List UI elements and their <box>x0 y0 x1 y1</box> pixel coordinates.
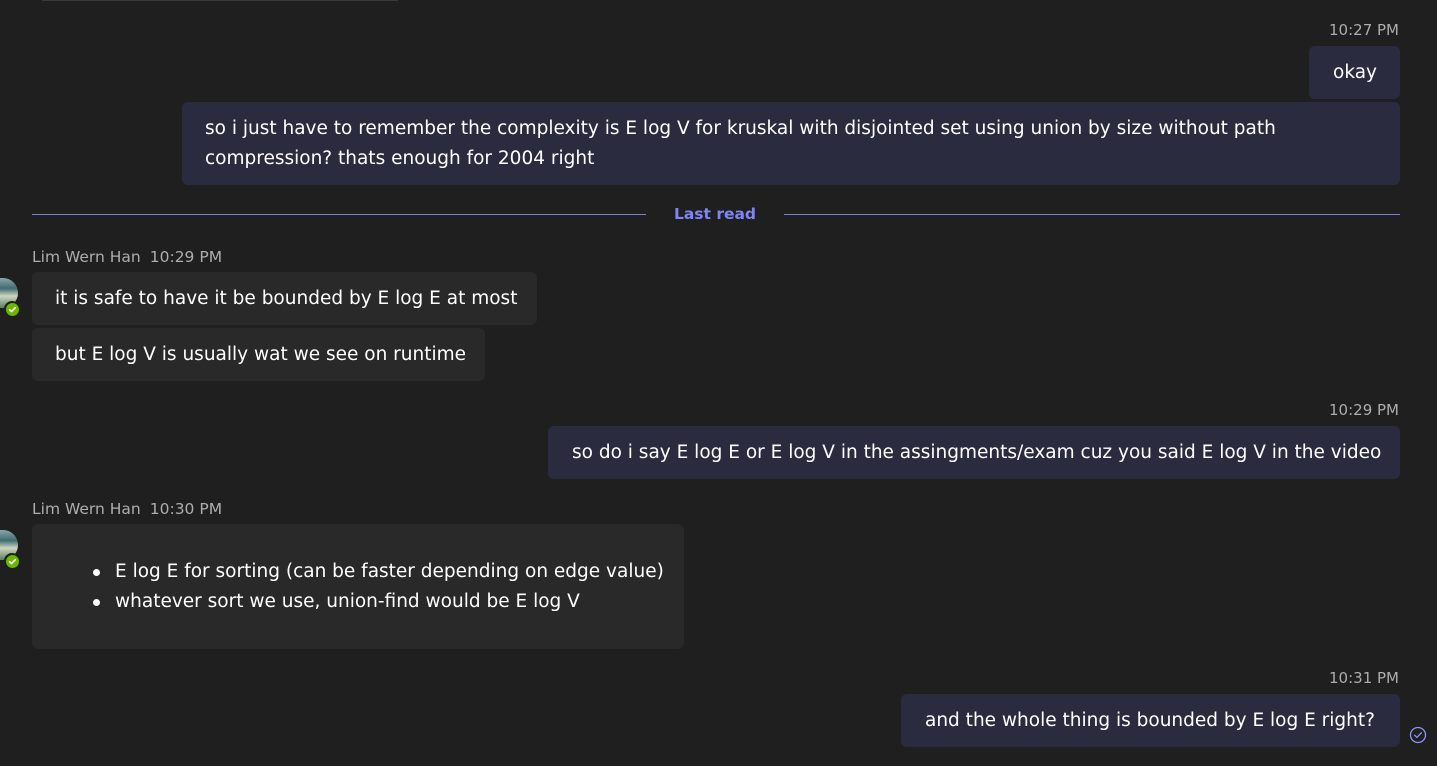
message-text-line: so i just have to remember the complexit… <box>205 118 1276 139</box>
message-timestamp: 10:29 PM <box>149 248 223 266</box>
outgoing-message[interactable]: okay <box>1309 46 1400 99</box>
check-circle-icon <box>1409 726 1427 744</box>
message-text: and the whole thing is bounded by E log … <box>925 710 1375 731</box>
message-text-line: compression? thats enough for 2004 right <box>205 148 595 169</box>
message-text: so do i say E log E or E log V in the as… <box>572 442 1382 463</box>
sender-name: Lim Wern Han <box>32 500 141 518</box>
message-header: Lim Wern Han 10:30 PM <box>32 500 222 518</box>
message-timestamp: 10:29 PM <box>1329 401 1399 419</box>
divider-line-left <box>32 214 646 215</box>
outgoing-message[interactable]: so i just have to remember the complexit… <box>182 102 1400 185</box>
sender-avatar[interactable] <box>0 530 20 569</box>
message-text: it is safe to have it be bounded by E lo… <box>55 288 518 309</box>
incoming-message[interactable]: it is safe to have it be bounded by E lo… <box>32 272 537 325</box>
message-timestamp: 10:27 PM <box>1329 21 1399 39</box>
previous-message-edge <box>42 0 398 1</box>
last-read-divider-label: Last read <box>673 205 757 223</box>
chat-thread: 10:27 PM okay so i just have to remember… <box>0 0 1437 766</box>
outgoing-message[interactable]: and the whole thing is bounded by E log … <box>901 694 1400 747</box>
sender-name: Lim Wern Han <box>32 248 141 266</box>
outgoing-message[interactable]: so do i say E log E or E log V in the as… <box>548 426 1400 479</box>
list-item: whatever sort we use, union-find would b… <box>93 587 684 617</box>
message-text: okay <box>1333 62 1377 83</box>
bullet-list: E log E for sorting (can be faster depen… <box>32 557 684 617</box>
incoming-message[interactable]: but E log V is usually wat we see on run… <box>32 328 485 381</box>
message-timestamp: 10:31 PM <box>1329 669 1399 687</box>
sender-avatar[interactable] <box>0 278 20 317</box>
available-check-icon <box>4 301 20 317</box>
message-timestamp: 10:30 PM <box>149 500 223 518</box>
message-text: but E log V is usually wat we see on run… <box>55 344 467 365</box>
divider-line-right <box>784 214 1400 215</box>
incoming-message[interactable]: E log E for sorting (can be faster depen… <box>32 524 684 649</box>
list-item: E log E for sorting (can be faster depen… <box>93 557 684 587</box>
available-check-icon <box>4 553 20 569</box>
message-header: Lim Wern Han 10:29 PM <box>32 248 222 266</box>
